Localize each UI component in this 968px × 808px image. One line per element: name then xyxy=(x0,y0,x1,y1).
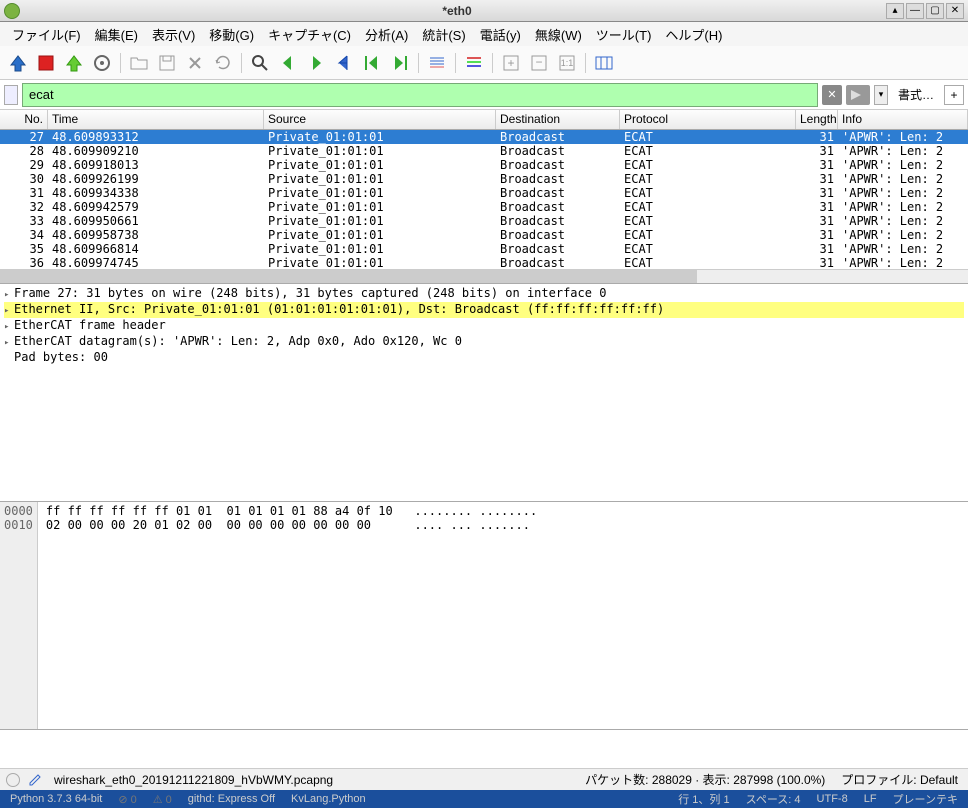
add-filter-button[interactable]: + xyxy=(944,85,964,105)
col-destination[interactable]: Destination xyxy=(496,110,620,129)
filter-history-dropdown[interactable]: ▾ xyxy=(874,85,888,105)
titlebar: *eth0 ▴ — ▢ ✕ xyxy=(0,0,968,22)
zoom-in-button[interactable]: + xyxy=(499,51,523,75)
packet-details[interactable]: ▸Frame 27: 31 bytes on wire (248 bits), … xyxy=(0,284,968,502)
language-mode-ext[interactable]: KvLang.Python xyxy=(287,793,370,805)
table-row[interactable]: 2948.609918013Private_01:01:01BroadcastE… xyxy=(0,158,968,172)
table-row[interactable]: 3348.609950661Private_01:01:01BroadcastE… xyxy=(0,214,968,228)
problems-warnings[interactable]: ⚠ 0 xyxy=(149,793,176,806)
stop-capture-button[interactable] xyxy=(34,51,58,75)
menu-tools[interactable]: ツール(T) xyxy=(590,23,658,46)
packet-list-hscroll[interactable] xyxy=(0,269,968,283)
status-filename[interactable]: wireshark_eth0_20191211221809_hVbWMY.pca… xyxy=(50,773,573,787)
table-row[interactable]: 2848.609909210Private_01:01:01BroadcastE… xyxy=(0,144,968,158)
go-back-button[interactable] xyxy=(276,51,300,75)
zoom-out-button[interactable]: − xyxy=(527,51,551,75)
detail-row[interactable]: ▸Frame 27: 31 bytes on wire (248 bits), … xyxy=(4,286,964,302)
display-filter-input[interactable] xyxy=(22,83,818,107)
go-to-packet-button[interactable] xyxy=(332,51,356,75)
hex-offsets: 00000010 xyxy=(0,502,38,729)
menu-statistics[interactable]: 統計(S) xyxy=(416,23,471,46)
githd-status[interactable]: githd: Express Off xyxy=(184,793,279,805)
minimize-button[interactable]: — xyxy=(906,3,924,19)
problems-errors[interactable]: ⊘ 0 xyxy=(114,793,140,806)
clear-filter-button[interactable]: ✕ xyxy=(822,85,842,105)
python-version[interactable]: Python 3.7.3 64-bit xyxy=(6,793,106,805)
menu-help[interactable]: ヘルプ(H) xyxy=(659,23,728,46)
table-row[interactable]: 2748.609893312Private_01:01:01BroadcastE… xyxy=(0,130,968,144)
detail-row[interactable]: Pad bytes: 00 xyxy=(4,350,964,366)
table-row[interactable]: 3248.609942579Private_01:01:01BroadcastE… xyxy=(0,200,968,214)
language-mode[interactable]: プレーンテキ xyxy=(889,791,962,807)
table-row[interactable]: 3548.609966814Private_01:01:01BroadcastE… xyxy=(0,242,968,256)
svg-text:−: − xyxy=(535,55,542,69)
eol[interactable]: LF xyxy=(860,793,881,805)
status-profile[interactable]: プロファイル: Default xyxy=(837,771,962,788)
svg-text:+: + xyxy=(507,56,514,70)
save-button[interactable] xyxy=(155,51,179,75)
expression-button[interactable]: 書式… xyxy=(892,86,940,103)
app-icon xyxy=(4,3,20,19)
col-source[interactable]: Source xyxy=(264,110,496,129)
reload-button[interactable] xyxy=(211,51,235,75)
detail-row[interactable]: ▸EtherCAT datagram(s): 'APWR': Len: 2, A… xyxy=(4,334,964,350)
maximize-button[interactable]: ▢ xyxy=(926,3,944,19)
toolbar: + − 1:1 xyxy=(0,46,968,80)
indentation[interactable]: スペース: 4 xyxy=(742,791,805,807)
menu-telephony[interactable]: 電話(y) xyxy=(474,23,527,46)
restart-capture-button[interactable] xyxy=(62,51,86,75)
start-capture-button[interactable] xyxy=(6,51,30,75)
col-info[interactable]: Info xyxy=(838,110,968,129)
cursor-position[interactable]: 行 1、列 1 xyxy=(674,791,733,807)
menu-capture[interactable]: キャプチャ(C) xyxy=(262,23,357,46)
packet-bytes[interactable]: 00000010 ff ff ff ff ff ff 01 01 01 01 0… xyxy=(0,502,968,730)
close-button[interactable]: ✕ xyxy=(946,3,964,19)
zoom-reset-button[interactable]: 1:1 xyxy=(555,51,579,75)
colorize-button[interactable] xyxy=(462,51,486,75)
go-forward-button[interactable] xyxy=(304,51,328,75)
capture-options-button[interactable] xyxy=(90,51,114,75)
editor-statusbar: Python 3.7.3 64-bit ⊘ 0 ⚠ 0 githd: Expre… xyxy=(0,790,968,808)
find-button[interactable] xyxy=(248,51,272,75)
packet-list: No. Time Source Destination Protocol Len… xyxy=(0,110,968,284)
packet-list-header: No. Time Source Destination Protocol Len… xyxy=(0,110,968,130)
col-length[interactable]: Length xyxy=(796,110,838,129)
packet-list-body[interactable]: 2748.609893312Private_01:01:01BroadcastE… xyxy=(0,130,968,269)
hex-data: ff ff ff ff ff ff 01 01 01 01 01 01 88 a… xyxy=(38,502,968,729)
table-row[interactable]: 3448.609958738Private_01:01:01BroadcastE… xyxy=(0,228,968,242)
go-first-button[interactable] xyxy=(360,51,384,75)
statusbar: wireshark_eth0_20191211221809_hVbWMY.pca… xyxy=(0,768,968,790)
window-title: *eth0 xyxy=(28,4,886,18)
expert-info-button[interactable] xyxy=(6,773,20,787)
apply-filter-button[interactable] xyxy=(846,85,870,105)
table-row[interactable]: 3648.609974745Private_01:01:01BroadcastE… xyxy=(0,256,968,269)
open-file-button[interactable] xyxy=(127,51,151,75)
close-file-button[interactable] xyxy=(183,51,207,75)
encoding[interactable]: UTF-8 xyxy=(813,793,852,805)
resize-columns-button[interactable] xyxy=(592,51,616,75)
auto-scroll-button[interactable] xyxy=(425,51,449,75)
go-last-button[interactable] xyxy=(388,51,412,75)
svg-text:1:1: 1:1 xyxy=(561,58,574,68)
menu-edit[interactable]: 編集(E) xyxy=(89,23,144,46)
blank-area xyxy=(0,730,968,768)
col-protocol[interactable]: Protocol xyxy=(620,110,796,129)
menu-wireless[interactable]: 無線(W) xyxy=(529,23,588,46)
detail-row[interactable]: ▸Ethernet II, Src: Private_01:01:01 (01:… xyxy=(4,302,964,318)
col-no[interactable]: No. xyxy=(0,110,48,129)
edit-capture-comment-button[interactable] xyxy=(28,773,42,787)
table-row[interactable]: 3048.609926199Private_01:01:01BroadcastE… xyxy=(0,172,968,186)
status-packets[interactable]: パケット数: 288029 · 表示: 287998 (100.0%) xyxy=(581,771,829,788)
menu-file[interactable]: ファイル(F) xyxy=(6,23,87,46)
col-time[interactable]: Time xyxy=(48,110,264,129)
menu-analyze[interactable]: 分析(A) xyxy=(359,23,414,46)
roll-up-button[interactable]: ▴ xyxy=(886,3,904,19)
filter-bar: ✕ ▾ 書式… + xyxy=(0,80,968,110)
menubar: ファイル(F) 編集(E) 表示(V) 移動(G) キャプチャ(C) 分析(A)… xyxy=(0,22,968,46)
menu-view[interactable]: 表示(V) xyxy=(146,23,201,46)
menu-go[interactable]: 移動(G) xyxy=(203,23,260,46)
detail-row[interactable]: ▸EtherCAT frame header xyxy=(4,318,964,334)
filter-bookmark-button[interactable] xyxy=(4,85,18,105)
table-row[interactable]: 3148.609934338Private_01:01:01BroadcastE… xyxy=(0,186,968,200)
